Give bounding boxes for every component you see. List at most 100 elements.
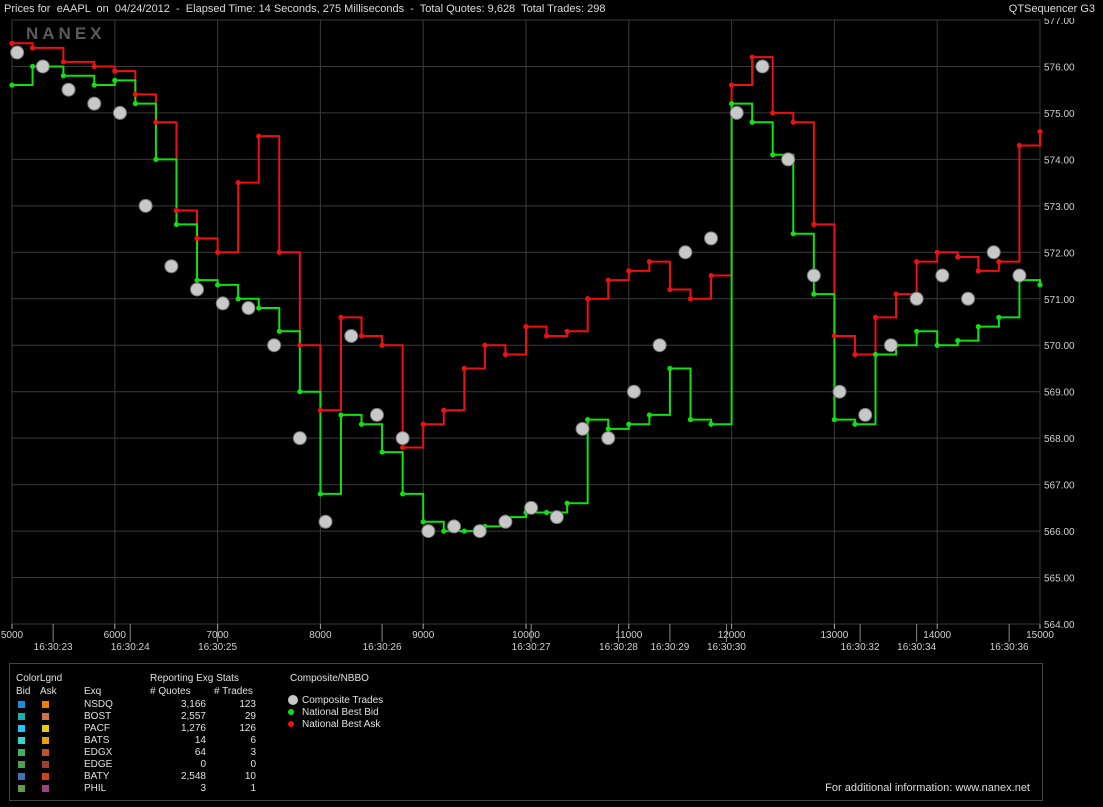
chart-title: Prices for eAAPL on 04/24/2012 - Elapsed… bbox=[4, 3, 606, 15]
bid-point bbox=[811, 291, 817, 297]
y-tick-label: 574.00 bbox=[1044, 155, 1075, 166]
ask-point bbox=[523, 324, 529, 330]
ask-color-swatch bbox=[42, 737, 49, 744]
ask-point bbox=[934, 249, 940, 255]
nbbo-label: National Best Bid bbox=[302, 707, 379, 718]
trade-point bbox=[806, 268, 821, 283]
exchange-trades: 6 bbox=[250, 735, 256, 746]
bid-point bbox=[872, 351, 879, 358]
trade-point bbox=[729, 105, 744, 120]
footer-link[interactable]: For additional information: www.nanex.ne… bbox=[825, 782, 1030, 794]
y-tick-label: 567.00 bbox=[1044, 481, 1075, 492]
trade-point bbox=[549, 510, 564, 525]
time-tick-label: 16:30:25 bbox=[198, 642, 237, 653]
bid-point bbox=[667, 365, 673, 372]
bid-point bbox=[317, 491, 323, 497]
time-tick-label: 16:30:24 bbox=[111, 642, 150, 653]
time-tick-label: 16:30:34 bbox=[897, 642, 936, 653]
time-tick-label: 16:30:26 bbox=[363, 642, 402, 653]
exchange-name: BATS bbox=[84, 735, 110, 746]
time-tick-label: 16:30:28 bbox=[599, 642, 638, 653]
ask-point bbox=[132, 91, 138, 97]
bid-color-swatch bbox=[18, 773, 25, 780]
ask-point bbox=[893, 291, 899, 297]
bid-color-swatch bbox=[18, 737, 25, 744]
bid-point bbox=[112, 77, 118, 83]
ask-color-swatch bbox=[42, 761, 49, 768]
exchange-quotes: 2,557 bbox=[180, 711, 206, 722]
trade-point bbox=[215, 296, 230, 311]
ask-point bbox=[687, 296, 694, 302]
bid-point bbox=[770, 152, 776, 158]
bid-color-swatch bbox=[18, 761, 25, 768]
trade-point bbox=[421, 524, 436, 539]
exchange-name: PHIL bbox=[84, 783, 107, 794]
exchange-name: BOST bbox=[84, 711, 112, 722]
bid-color-swatch bbox=[18, 785, 25, 792]
ask-point bbox=[358, 333, 365, 339]
bid-color-swatch bbox=[18, 749, 25, 756]
bid-point bbox=[400, 491, 406, 497]
bid-point bbox=[461, 528, 467, 534]
ask-point bbox=[235, 180, 241, 186]
ask-point bbox=[9, 40, 15, 46]
ask-point bbox=[153, 119, 159, 125]
ask-point bbox=[420, 421, 426, 427]
exchange-trades: 10 bbox=[244, 771, 256, 782]
bid-point bbox=[9, 82, 15, 88]
bid-point bbox=[790, 231, 796, 237]
trade-point bbox=[678, 245, 693, 260]
trade-point bbox=[909, 291, 924, 306]
bid-point bbox=[708, 421, 714, 427]
title-bar: Prices for eAAPL on 04/24/2012 - Elapsed… bbox=[0, 0, 1103, 18]
ask-point bbox=[194, 235, 200, 241]
exchange-name: PACF bbox=[84, 723, 110, 734]
ask-point bbox=[955, 254, 961, 260]
bid-point bbox=[934, 342, 940, 348]
nanex-watermark: NANEX bbox=[26, 24, 106, 43]
trade-point bbox=[498, 514, 513, 529]
ask-point bbox=[400, 444, 406, 451]
y-tick-label: 569.00 bbox=[1044, 388, 1075, 399]
trade-point bbox=[601, 431, 616, 446]
trade-point bbox=[369, 407, 384, 422]
ask-point bbox=[872, 314, 879, 320]
ask-point bbox=[338, 314, 344, 320]
bid-color-swatch bbox=[18, 725, 25, 732]
exchange-name: NSDQ bbox=[84, 699, 113, 710]
exchange-trades: 123 bbox=[239, 699, 256, 710]
exchange-quotes: 2,548 bbox=[180, 771, 206, 782]
ask-point bbox=[1037, 128, 1043, 135]
ask-point bbox=[461, 365, 467, 372]
price-chart[interactable]: NANEX 577.00 576.00 575.00 574.00 573.00 572.… bbox=[0, 18, 1103, 663]
exchange-quotes: 3 bbox=[200, 783, 206, 794]
bid-point bbox=[996, 314, 1002, 320]
y-tick-label: 566.00 bbox=[1044, 527, 1075, 538]
trade-point bbox=[318, 514, 333, 529]
bid-point bbox=[914, 328, 920, 334]
bid-point bbox=[975, 324, 981, 330]
y-tick-label: 565.00 bbox=[1044, 574, 1075, 585]
x-tick-label: 13000 bbox=[820, 630, 848, 641]
ask-color-swatch bbox=[42, 773, 49, 780]
ask-point bbox=[276, 249, 282, 255]
trade-point bbox=[447, 519, 462, 534]
ask-point bbox=[729, 82, 735, 88]
trade-point bbox=[395, 431, 410, 446]
ask-point bbox=[811, 221, 817, 228]
ask-point bbox=[585, 296, 591, 302]
trade-point bbox=[883, 338, 898, 353]
ask-color-swatch bbox=[42, 725, 49, 732]
bid-point bbox=[729, 101, 735, 107]
ask-point bbox=[564, 328, 570, 334]
ask-color-swatch bbox=[42, 713, 49, 720]
trade-point bbox=[575, 421, 590, 436]
exchange-name: BATY bbox=[84, 771, 110, 782]
ask-point bbox=[914, 259, 920, 265]
ask-point bbox=[543, 333, 550, 339]
ask-point bbox=[173, 207, 180, 214]
bid-point bbox=[60, 73, 66, 79]
y-tick-label: 572.00 bbox=[1044, 248, 1075, 259]
ask-point bbox=[667, 286, 673, 293]
trade-point bbox=[704, 231, 719, 246]
